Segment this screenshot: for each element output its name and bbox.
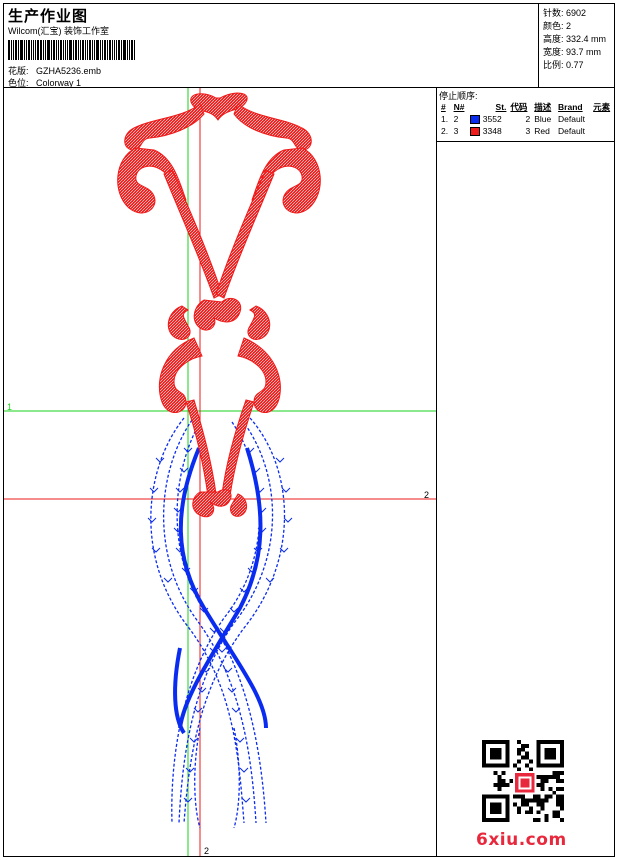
design-value: GZHA5236.emb — [36, 66, 102, 76]
table-row: 2. 3 3348 3 Red Default — [441, 125, 585, 137]
spec-colors: 颜色: 2 — [543, 21, 572, 31]
color-swatch-red — [470, 127, 481, 137]
spec-height: 高度: 332.4 mm — [543, 34, 607, 44]
barcode — [8, 40, 154, 60]
blue-chevron-bands — [150, 417, 286, 829]
watermark-logo: 6xiu.com — [476, 830, 567, 850]
table-row: 1. 2 3552 2 Blue Default — [441, 113, 585, 125]
color-sequence-table: # N# St. 代码 描述 Brand 元素 1. 2 3552 2 Blue… — [439, 101, 615, 137]
page-title: 生产作业图 — [8, 8, 89, 25]
spec-width: 宽度: 93.7 mm — [543, 47, 602, 57]
red-satin-ornament — [117, 92, 321, 518]
spec-stitches: 针数: 6902 — [543, 8, 587, 18]
colorway-value: Colorway 1 — [36, 78, 82, 88]
panel-divider — [436, 142, 437, 857]
table-header-row: # N# St. 代码 描述 Brand 元素 — [441, 102, 611, 112]
company-name: Wilcom(汇宝) 装饰工作室 — [8, 26, 109, 36]
guide-label-2-bottom: 2 — [204, 846, 209, 856]
stop-sequence-panel: 停止顺序: # N# St. 代码 描述 Brand 元素 1. 2 3552 … — [436, 88, 615, 142]
embroidery-design-canvas: 1 2 2 — [4, 88, 436, 856]
guide-label-1: 1 — [7, 402, 12, 412]
qr-code — [482, 740, 564, 822]
spec-scale: 比例: 0.77 — [543, 60, 584, 70]
spec-panel: 针数: 6902 颜色: 2 高度: 332.4 mm 宽度: 93.7 mm … — [539, 3, 615, 88]
header-info: 生产作业图 Wilcom(汇宝) 装饰工作室 花版: GZHA5236.emb 色… — [3, 3, 539, 88]
guide-label-2-right: 2 — [424, 490, 429, 500]
color-swatch-blue — [470, 115, 481, 125]
